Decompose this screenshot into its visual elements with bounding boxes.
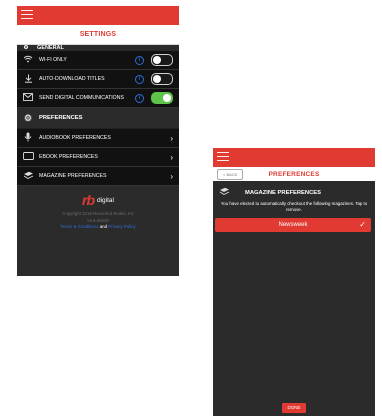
magazine-icon — [217, 187, 231, 198]
digital-communications-toggle[interactable] — [151, 92, 173, 104]
settings-footer: rb digital Copyright 2018 Recorded Books… — [17, 186, 179, 231]
wifi-only-row: WI-FI ONLY i — [17, 51, 179, 70]
settings-header: SETTINGS — [17, 25, 179, 45]
app-top-bar — [213, 148, 375, 167]
info-icon[interactable]: i — [135, 55, 144, 65]
done-button[interactable]: DONE — [282, 403, 306, 413]
magazine-preferences-row[interactable]: MAGAZINE PREFERENCES › — [17, 167, 179, 186]
preferences-section-heading: ⚙ PREFERENCES — [17, 108, 179, 129]
magazine-item-label: Newsweek — [278, 222, 308, 228]
chevron-right-icon: › — [170, 152, 173, 162]
ebook-preferences-row[interactable]: EBOOK PREFERENCES › — [17, 148, 179, 167]
magazine-preferences-screen: PREFERENCES < BACK MAGAZINE PREFERENCES … — [213, 148, 375, 416]
magazine-section-heading: MAGAZINE PREFERENCES — [213, 181, 375, 198]
gear-icon: ⚙ — [23, 112, 33, 123]
microphone-icon — [21, 132, 35, 144]
magazine-item-newsweek[interactable]: Newsweek ✓ — [215, 218, 371, 232]
back-button[interactable]: < BACK — [217, 169, 244, 180]
row-label: AUTO-DOWNLOAD TITLES — [39, 76, 105, 82]
magazine-icon — [21, 171, 35, 182]
auto-download-toggle[interactable] — [151, 73, 173, 85]
digital-communications-row: SEND DIGITAL COMMUNICATIONS i — [17, 89, 179, 108]
chevron-right-icon: › — [170, 133, 173, 143]
settings-screen: SETTINGS ⚙ GENERAL WI-FI ONLY i AUTO-DOW… — [17, 6, 179, 276]
page-title: SETTINGS — [79, 31, 117, 38]
magazine-description: You have elected to automatically checko… — [220, 201, 368, 212]
auto-download-row: AUTO-DOWNLOAD TITLES i — [17, 70, 179, 89]
rbdigital-logo: rb digital — [82, 192, 114, 208]
audiobook-preferences-row[interactable]: AUDIOBOOK PREFERENCES › — [17, 129, 179, 148]
info-icon[interactable]: i — [135, 93, 144, 103]
download-icon — [21, 74, 35, 85]
app-top-bar — [17, 6, 179, 25]
terms-link[interactable]: Terms & Conditions — [60, 224, 98, 229]
hamburger-menu-icon[interactable] — [217, 152, 229, 164]
preferences-header: PREFERENCES < BACK — [213, 167, 375, 181]
row-label: SEND DIGITAL COMMUNICATIONS — [39, 95, 124, 101]
link-joiner: and — [99, 224, 108, 229]
chevron-right-icon: › — [170, 171, 173, 181]
mail-icon — [21, 93, 35, 103]
row-label: EBOOK PREFERENCES — [39, 154, 98, 160]
wifi-only-toggle[interactable] — [151, 54, 173, 66]
row-label: MAGAZINE PREFERENCES — [39, 173, 107, 179]
wifi-icon — [21, 55, 35, 65]
privacy-link[interactable]: Privacy Policy — [108, 224, 135, 229]
row-label: AUDIOBOOK PREFERENCES — [39, 135, 111, 141]
checkmark-icon: ✓ — [359, 220, 366, 229]
info-icon[interactable]: i — [135, 74, 144, 84]
tablet-icon — [21, 152, 35, 162]
hamburger-menu-icon[interactable] — [21, 10, 33, 22]
row-label: WI-FI ONLY — [39, 57, 67, 63]
